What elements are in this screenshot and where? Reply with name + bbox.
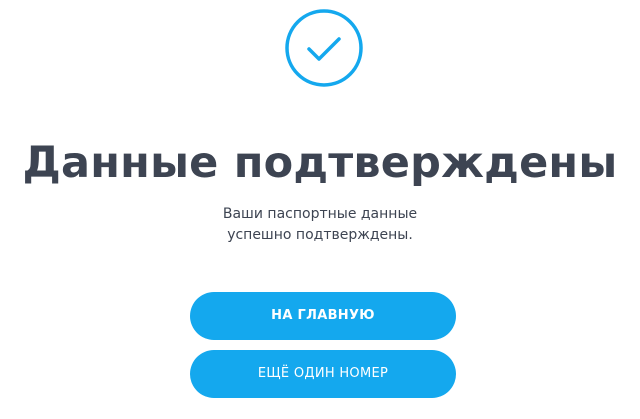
home-button[interactable]: НА ГЛАВНУЮ — [190, 292, 456, 340]
status-message-line-1: Ваши паспортные данные — [222, 206, 418, 222]
status-message: Ваши паспортные данные успешно подтвержд… — [0, 204, 640, 246]
another-number-button[interactable]: ЕЩЁ ОДИН НОМЕР — [190, 350, 456, 398]
verification-success-page: Данные подтверждены Ваши паспортные данн… — [0, 0, 640, 419]
page-title: Данные подтверждены — [22, 138, 618, 188]
status-message-line-2: успешно подтверждены. — [227, 227, 413, 243]
check-circle-icon — [284, 8, 364, 88]
